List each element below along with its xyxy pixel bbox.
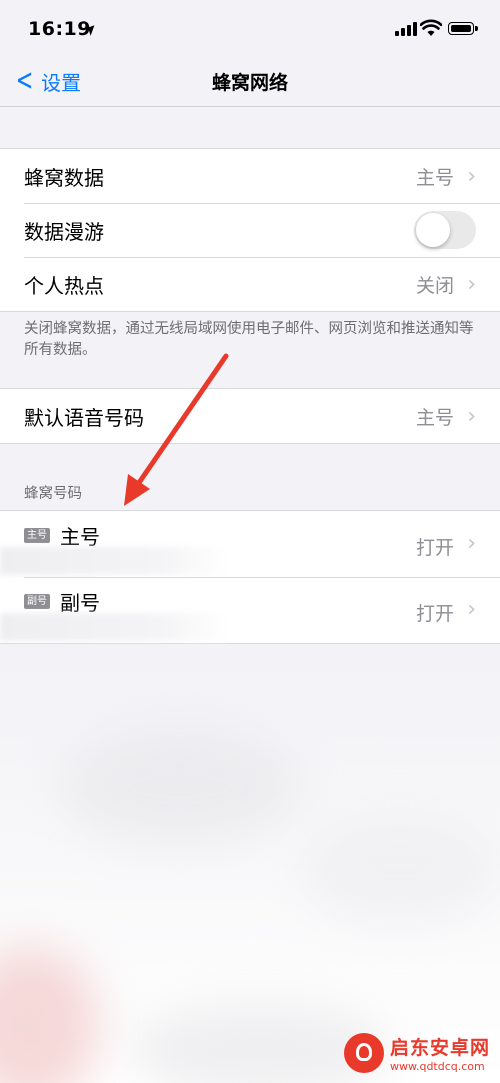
sim-badge: 副号 [24, 594, 50, 609]
watermark: 启东安卓网 www.qdtdcq.com [343, 1033, 490, 1073]
row-label: 数据漫游 [24, 219, 104, 244]
watermark-logo-icon [343, 1033, 384, 1073]
chevron-right-icon: › [467, 531, 476, 556]
sim-badge: 主号 [24, 528, 50, 543]
chevron-right-icon: › [467, 403, 476, 429]
sim-plans-group: 主号 主号 打开 › 副号 副号 打开 › [0, 510, 500, 644]
redacted-number [0, 613, 228, 641]
status-bar: 16:19 ➤ [0, 0, 500, 58]
cellular-footnote: 关闭蜂窝数据，通过无线局域网使用电子邮件、网页浏览和推送通知等所有数据。 [24, 321, 474, 358]
redacted-number [0, 547, 228, 575]
watermark-name: 启东安卓网 [389, 1037, 490, 1059]
row-personal-hotspot[interactable]: 个人热点 关闭 › [0, 257, 500, 311]
row-value: 主号 [415, 406, 454, 429]
cellular-signal-icon [395, 22, 417, 36]
cellular-settings-group: 蜂窝数据 主号 › 数据漫游 个人热点 关闭 › [0, 148, 500, 312]
row-cellular-data[interactable]: 蜂窝数据 主号 › [0, 149, 500, 203]
battery-icon [448, 22, 478, 35]
sim-row-primary[interactable]: 主号 主号 打开 › [0, 511, 500, 577]
sim-label: 副号 [60, 591, 100, 615]
sim-status: 打开 [415, 537, 454, 559]
row-label: 个人热点 [24, 273, 104, 298]
watermark-url: www.qdtdcq.com [389, 1060, 485, 1073]
sim-status: 打开 [415, 603, 454, 625]
sim-label: 主号 [60, 525, 100, 549]
blurred-background [0, 646, 500, 1083]
row-data-roaming: 数据漫游 [0, 203, 500, 257]
sim-row-secondary[interactable]: 副号 副号 打开 › [0, 577, 500, 643]
row-label: 默认语音号码 [24, 405, 144, 430]
row-value: 主号 [415, 166, 454, 189]
page-title: 蜂窝网络 [211, 72, 288, 94]
row-label: 蜂窝数据 [24, 165, 104, 190]
chevron-right-icon: › [467, 271, 476, 297]
chevron-right-icon: › [467, 163, 476, 189]
wifi-icon [420, 19, 442, 36]
navigation-bar: < 设置 蜂窝网络 [0, 58, 500, 107]
section-header-cellular-plans: 蜂窝号码 [24, 486, 82, 502]
row-value: 关闭 [415, 274, 454, 297]
chevron-right-icon: › [467, 597, 476, 622]
row-default-voice-line[interactable]: 默认语音号码 主号 › [0, 389, 500, 443]
data-roaming-toggle[interactable] [414, 211, 476, 249]
voice-group: 默认语音号码 主号 › [0, 388, 500, 444]
